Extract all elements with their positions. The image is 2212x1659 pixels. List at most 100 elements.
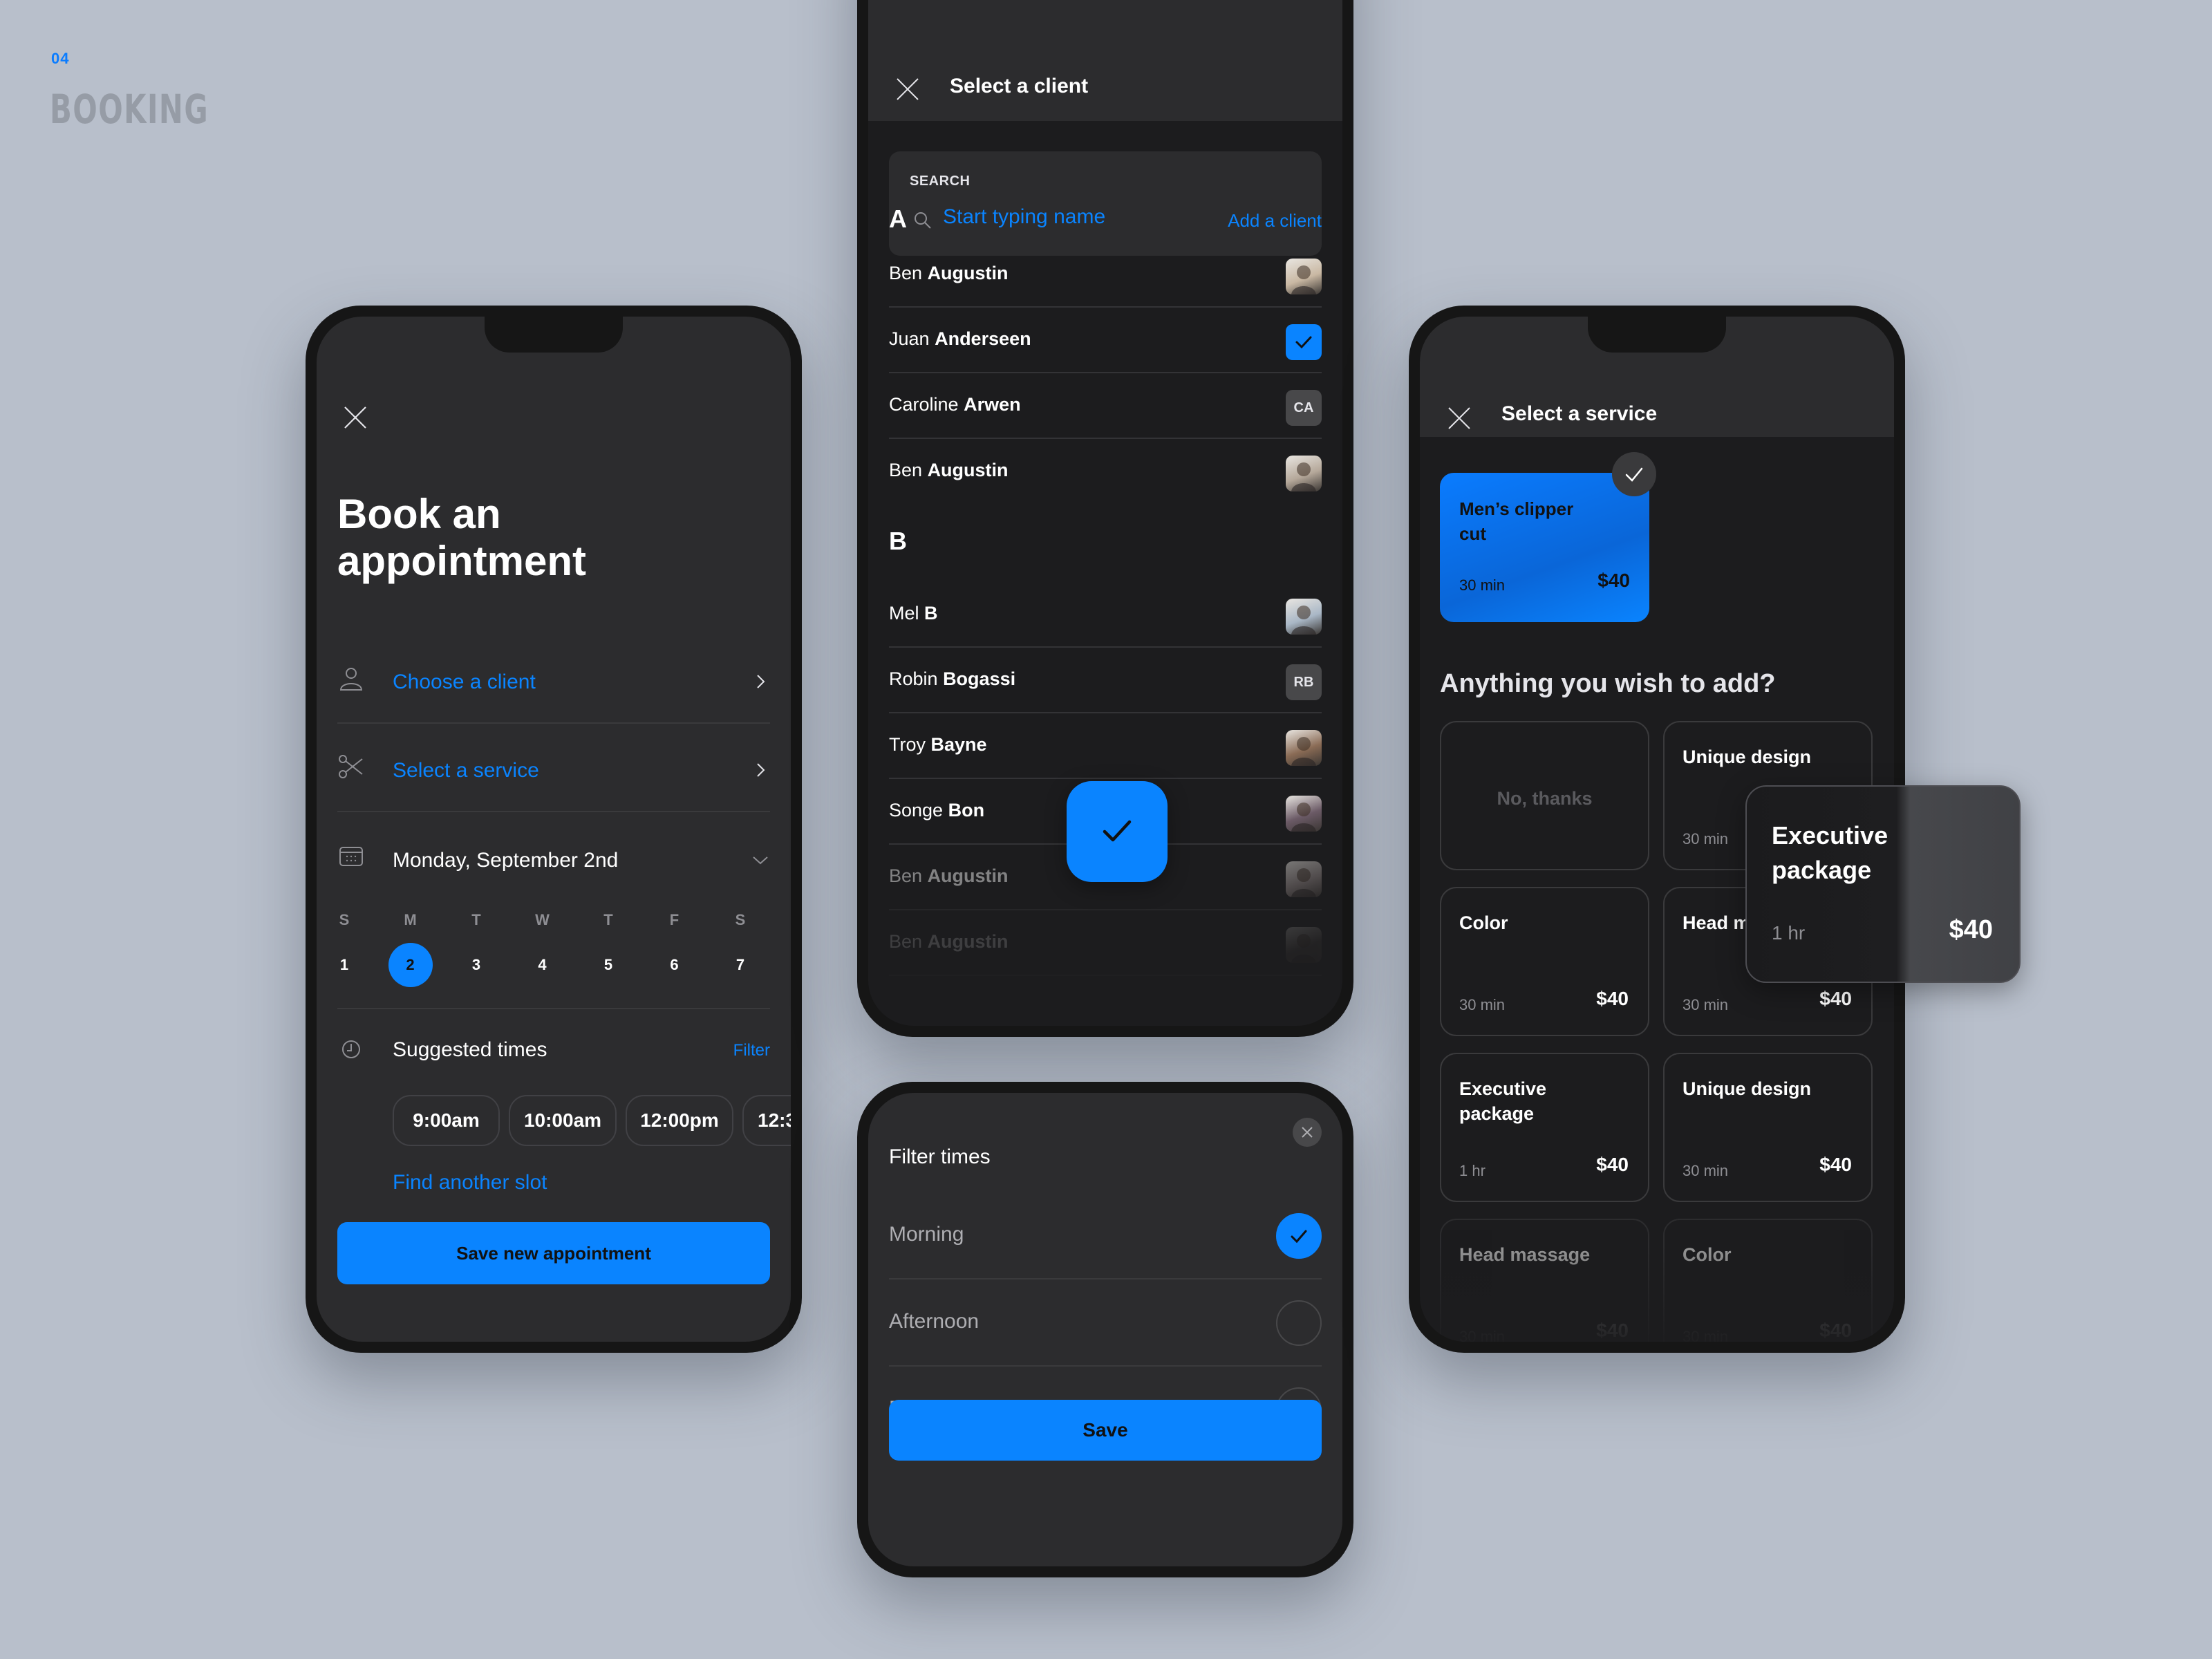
radio-checked[interactable] — [1276, 1213, 1322, 1259]
calendar-icon — [339, 847, 363, 866]
client-last-name: Bon — [948, 800, 985, 821]
client-last-name: B — [924, 603, 938, 624]
close-button[interactable] — [1293, 1118, 1322, 1147]
scissors-icon — [339, 755, 363, 778]
save-filter-button[interactable]: Save — [889, 1400, 1322, 1461]
close-icon[interactable] — [1447, 406, 1471, 430]
select-service-row[interactable]: Select a service — [317, 748, 791, 789]
weekday-header: M — [404, 911, 417, 928]
service-name: Color — [1459, 912, 1508, 933]
client-name: Ben Augustin — [889, 460, 1009, 481]
divider — [337, 722, 770, 724]
client-row[interactable]: Juan Anderseen — [889, 308, 1322, 373]
service-option-card[interactable]: Executive package 1 hr $40 — [1440, 1053, 1649, 1202]
page-title: Book an appointment — [337, 491, 586, 585]
filter-option-label: Morning — [889, 1223, 964, 1246]
client-row[interactable]: Ben Augustin — [889, 242, 1322, 308]
client-row[interactable]: Caroline Arwen CA — [889, 373, 1322, 439]
avatar-photo — [1286, 730, 1322, 766]
title-line-2: appointment — [337, 538, 586, 584]
chevron-down-icon[interactable] — [752, 852, 769, 868]
avatar-photo — [1286, 861, 1322, 897]
service-price: $40 — [1949, 915, 1993, 944]
client-row[interactable]: Ben Augustin — [889, 910, 1322, 976]
service-price: $40 — [1597, 570, 1630, 591]
time-chip[interactable]: 12:3 — [742, 1095, 791, 1146]
calendar-day[interactable]: 7 — [720, 956, 761, 974]
selected-service-card[interactable]: Men’s clipper cut 30 min $40 — [1440, 473, 1649, 622]
close-icon[interactable] — [343, 405, 368, 430]
weekday-header: S — [735, 911, 746, 928]
calendar-day[interactable]: 5 — [588, 956, 629, 974]
service-option-card[interactable]: Color 30 min $40 — [1440, 887, 1649, 1036]
save-appointment-button[interactable]: Save new appointment — [337, 1222, 770, 1284]
date-picker-row[interactable]: Monday, September 2nd — [317, 838, 791, 879]
service-name: Unique design — [1683, 1078, 1812, 1099]
calendar-day[interactable]: 1 — [324, 956, 365, 974]
service-name: No, thanks — [1497, 788, 1593, 809]
service-name: Executive package — [1459, 1078, 1547, 1124]
service-name: Executive package — [1772, 818, 1888, 888]
client-row[interactable]: Mel B — [889, 582, 1322, 648]
dragging-service-card[interactable]: Executive package 1 hr $40 — [1745, 785, 2021, 983]
service-name-line: package — [1772, 856, 1872, 884]
service-duration: 30 min — [1683, 996, 1729, 1013]
calendar-day[interactable]: 6 — [654, 956, 695, 974]
screen: Filter times MorningAfternoonEvening Sav… — [868, 1093, 1342, 1566]
top-bar — [868, 0, 1342, 121]
select-service-label: Select a service — [393, 759, 539, 782]
client-row[interactable]: Ben Augustin — [889, 439, 1322, 505]
client-last-name: Augustin — [927, 263, 1009, 283]
find-another-slot-link[interactable]: Find another slot — [393, 1171, 547, 1194]
time-chip[interactable]: 10:00am — [509, 1095, 617, 1146]
checkmark-icon — [1103, 820, 1132, 842]
avatar-photo — [1286, 599, 1322, 635]
client-name: Ben Augustin — [889, 931, 1009, 953]
selected-check-icon — [1286, 324, 1322, 360]
client-first-name: Ben — [889, 931, 923, 952]
service-duration: 30 min — [1459, 577, 1506, 594]
close-icon[interactable] — [896, 77, 919, 101]
client-last-name: Augustin — [927, 865, 1009, 886]
filter-link[interactable]: Filter — [733, 1041, 770, 1060]
phone-select-client: Select a client SEARCH A Add a client Ben … — [857, 0, 1353, 1037]
selected-date: Monday, September 2nd — [393, 849, 619, 872]
screen: Select a client SEARCH A Add a client Ben … — [868, 0, 1342, 1026]
choose-client-row[interactable]: Choose a client — [317, 659, 791, 701]
service-price: $40 — [1819, 988, 1852, 1009]
time-chip[interactable]: 9:00am — [393, 1095, 500, 1146]
weekday-header: S — [339, 911, 350, 928]
calendar-day[interactable]: 4 — [522, 956, 563, 974]
search-input[interactable] — [943, 205, 1219, 229]
add-client-link[interactable]: Add a client — [1228, 210, 1322, 232]
client-last-name: Anderseen — [935, 328, 1031, 349]
radio-unchecked[interactable] — [1276, 1300, 1322, 1346]
calendar-day[interactable]: 3 — [456, 956, 497, 974]
service-option-card[interactable]: No, thanks — [1440, 721, 1649, 870]
filter-option-label: Afternoon — [889, 1310, 980, 1333]
service-duration: 30 min — [1683, 1162, 1729, 1179]
client-name: Troy Bayne — [889, 734, 987, 756]
service-duration: 30 min — [1459, 996, 1506, 1013]
selected-badge — [1612, 452, 1656, 496]
client-name: Songe Bon — [889, 800, 984, 821]
client-name: Robin Bogassi — [889, 668, 1015, 690]
avatar-photo — [1286, 927, 1322, 963]
client-first-name: Caroline — [889, 394, 959, 415]
section-letter: B — [889, 527, 907, 555]
calendar-day-selected[interactable]: 2 — [388, 943, 433, 987]
filter-option[interactable]: Morning — [889, 1192, 1322, 1280]
weekday-header: F — [669, 911, 679, 928]
weekday-header: W — [535, 911, 550, 928]
time-chip[interactable]: 12:00pm — [626, 1095, 733, 1146]
client-last-name: Augustin — [927, 931, 1009, 952]
client-row[interactable]: Troy Bayne — [889, 713, 1322, 779]
avatar-initials: CA — [1286, 390, 1322, 426]
client-row[interactable]: Robin Bogassi RB — [889, 648, 1322, 713]
filter-option[interactable]: Afternoon — [889, 1280, 1322, 1367]
client-last-name: Augustin — [927, 460, 1009, 480]
person-icon — [339, 668, 363, 691]
chevron-right-icon — [757, 763, 765, 777]
service-option-card[interactable]: Unique design 30 min $40 — [1663, 1053, 1873, 1202]
search-icon — [915, 212, 931, 229]
